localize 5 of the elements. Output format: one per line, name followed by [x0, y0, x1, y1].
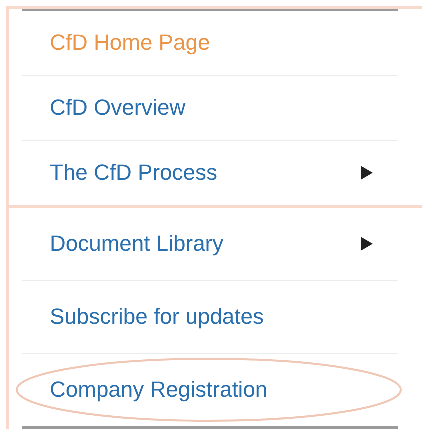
menu-item[interactable]: Company Registration — [22, 354, 398, 426]
menu-item[interactable]: CfD Overview — [22, 76, 398, 141]
menu-item[interactable]: The CfD Process — [22, 141, 398, 205]
menu-item[interactable]: Subscribe for updates — [22, 281, 398, 354]
menu-item[interactable]: Document Library — [22, 208, 398, 281]
